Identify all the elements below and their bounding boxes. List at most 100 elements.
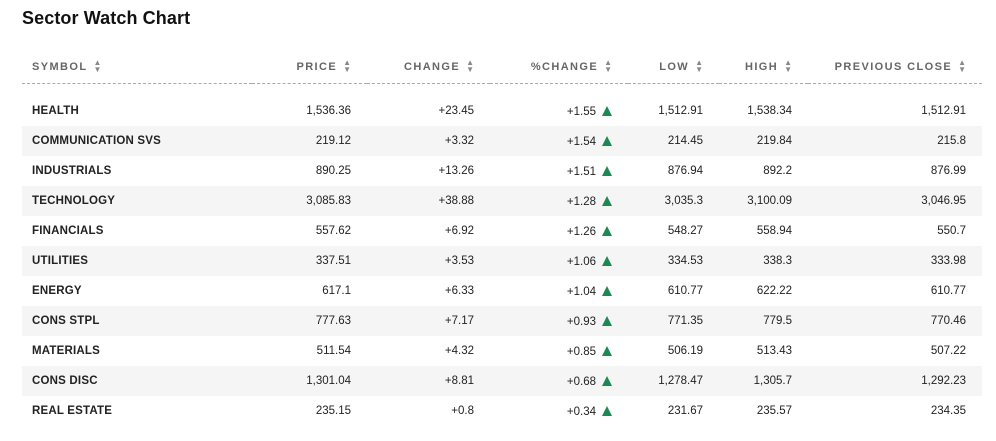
low-cell: 1,512.91 <box>628 96 719 126</box>
high-cell: 235.57 <box>719 396 808 426</box>
sort-updown-icon[interactable]: ▲ ▼ <box>958 58 966 73</box>
pct-change-cell-value: +1.06 <box>566 255 596 268</box>
symbol-cell[interactable]: UTILITIES <box>22 246 252 276</box>
table-row[interactable]: ENERGY 617.1 +6.33 +1.04 610.77 622.22 610.77 <box>22 276 982 306</box>
symbol-cell-value: ENERGY <box>32 285 82 297</box>
high-cell-value: 219.84 <box>756 135 792 147</box>
low-cell: 610.77 <box>628 276 719 306</box>
high-cell-value: 3,100.09 <box>747 195 792 207</box>
sort-updown-icon[interactable]: ▲ ▼ <box>695 58 703 73</box>
column-header-change[interactable]: CHANGE ▲ ▼ <box>367 50 490 84</box>
up-arrow-icon <box>602 375 612 386</box>
previous-close-cell: 550.7 <box>808 216 982 246</box>
column-header-symbol[interactable]: SYMBOL ▲ ▼ <box>22 50 252 84</box>
symbol-cell[interactable]: CONS DISC <box>22 366 252 396</box>
price-cell: 3,085.83 <box>252 186 367 216</box>
sort-updown-icon[interactable]: ▲ ▼ <box>604 58 612 73</box>
table-row[interactable]: MATERIALS 511.54 +4.32 +0.85 506.19 513.43 507… <box>22 336 982 366</box>
up-arrow-icon <box>602 285 612 296</box>
high-cell: 513.43 <box>719 336 808 366</box>
symbol-cell[interactable]: INDUSTRIALS <box>22 156 252 186</box>
table-row[interactable]: INDUSTRIALS 890.25 +13.26 +1.51 876.94 892.2 8… <box>22 156 982 186</box>
symbol-cell[interactable]: TECHNOLOGY <box>22 186 252 216</box>
price-cell: 235.15 <box>252 396 367 426</box>
price-cell: 1,301.04 <box>252 366 367 396</box>
table-row[interactable]: CONS STPL 777.63 +7.17 +0.93 771.35 779.5 770.… <box>22 306 982 336</box>
symbol-cell[interactable]: MATERIALS <box>22 336 252 366</box>
pct-change-cell-value: +1.51 <box>566 165 596 178</box>
up-arrow-icon <box>602 105 612 116</box>
pct-change-cell: +1.26 <box>490 216 628 246</box>
table-row[interactable]: TECHNOLOGY 3,085.83 +38.88 +1.28 3,035.3 3,10… <box>22 186 982 216</box>
low-cell: 506.19 <box>628 336 719 366</box>
up-arrow-icon <box>602 255 612 266</box>
low-cell: 771.35 <box>628 306 719 336</box>
symbol-cell[interactable]: HEALTH <box>22 96 252 126</box>
high-cell-value: 1,305.7 <box>753 375 792 387</box>
price-cell: 511.54 <box>252 336 367 366</box>
previous-close-cell-value: 234.35 <box>930 405 966 417</box>
sort-updown-icon[interactable]: ▲ ▼ <box>466 58 474 73</box>
change-cell-value: +13.26 <box>438 165 475 177</box>
price-cell-value: 3,085.83 <box>306 195 351 207</box>
previous-close-cell: 1,512.91 <box>808 96 982 126</box>
symbol-cell[interactable]: FINANCIALS <box>22 216 252 246</box>
sort-updown-icon[interactable]: ▲ ▼ <box>343 58 351 73</box>
price-cell-value: 890.25 <box>315 165 351 177</box>
table-row[interactable]: COMMUNICATION SVS 219.12 +3.32 +1.54 214.45 2… <box>22 126 982 156</box>
table-row[interactable]: UTILITIES 337.51 +3.53 +1.06 334.53 338.3 333.… <box>22 246 982 276</box>
pct-change-cell: +1.04 <box>490 276 628 306</box>
column-header-price[interactable]: PRICE ▲ ▼ <box>252 50 367 84</box>
table-row[interactable]: REAL ESTATE 235.15 +0.8 +0.34 231.67 235.57 23… <box>22 396 982 426</box>
low-cell-value: 610.77 <box>667 285 703 297</box>
low-cell-value: 548.27 <box>667 225 703 237</box>
high-cell-value: 513.43 <box>756 345 792 357</box>
low-cell: 1,278.47 <box>628 366 719 396</box>
previous-close-cell-value: 3,046.95 <box>921 195 966 207</box>
up-arrow-icon <box>602 225 612 236</box>
low-cell: 231.67 <box>628 396 719 426</box>
symbol-cell[interactable]: COMMUNICATION SVS <box>22 126 252 156</box>
up-arrow-icon <box>602 165 612 176</box>
table-row[interactable]: HEALTH 1,536.36 +23.45 +1.55 1,512.91 1,538.3… <box>22 96 982 126</box>
column-header-label: SYMBOL <box>32 60 88 73</box>
table-row[interactable]: CONS DISC 1,301.04 +8.81 +0.68 1,278.47 1,305… <box>22 366 982 396</box>
pct-change-cell: +0.34 <box>490 396 628 426</box>
low-cell-value: 506.19 <box>667 345 703 357</box>
pct-change-cell: +0.85 <box>490 336 628 366</box>
pct-change-cell-value: +1.28 <box>566 195 596 208</box>
symbol-cell-value: CONS DISC <box>32 375 98 387</box>
high-cell: 338.3 <box>719 246 808 276</box>
column-header-label: HIGH <box>744 60 779 73</box>
previous-close-cell: 507.22 <box>808 336 982 366</box>
sort-updown-icon[interactable]: ▲ ▼ <box>784 58 792 73</box>
symbol-cell[interactable]: REAL ESTATE <box>22 396 252 426</box>
pct-change-cell-value: +0.68 <box>566 375 596 388</box>
column-header-previous-close[interactable]: PREVIOUS CLOSE ▲ ▼ <box>808 50 982 84</box>
change-cell-value: +7.17 <box>444 315 474 327</box>
sort-updown-icon[interactable]: ▲ ▼ <box>93 58 101 73</box>
pct-change-cell-value: +0.85 <box>566 345 596 358</box>
change-cell: +4.32 <box>367 336 490 366</box>
column-header-low[interactable]: LOW ▲ ▼ <box>628 50 719 84</box>
high-cell: 558.94 <box>719 216 808 246</box>
symbol-cell[interactable]: ENERGY <box>22 276 252 306</box>
high-cell: 219.84 <box>719 126 808 156</box>
change-cell: +8.81 <box>367 366 490 396</box>
column-header-label: CHANGE <box>404 60 461 73</box>
symbol-cell[interactable]: CONS STPL <box>22 306 252 336</box>
sector-table: SYMBOL ▲ ▼ PRICE ▲ ▼ CHANGE ▲ ▼ %CHANGE ▲ ▼ LOW ▲… <box>22 50 982 426</box>
column-header-high[interactable]: HIGH ▲ ▼ <box>719 50 808 84</box>
previous-close-cell-value: 876.99 <box>930 165 966 177</box>
price-cell: 219.12 <box>252 126 367 156</box>
change-cell: +6.92 <box>367 216 490 246</box>
column-header-pct-change[interactable]: %CHANGE ▲ ▼ <box>490 50 628 84</box>
high-cell-value: 892.2 <box>763 165 792 177</box>
price-cell-value: 557.62 <box>315 225 351 237</box>
previous-close-cell-value: 1,512.91 <box>921 105 966 117</box>
change-cell-value: +0.8 <box>451 405 474 417</box>
pct-change-cell-value: +1.26 <box>566 225 596 238</box>
previous-close-cell: 215.8 <box>808 126 982 156</box>
table-row[interactable]: FINANCIALS 557.62 +6.92 +1.26 548.27 558.94 55… <box>22 216 982 246</box>
pct-change-cell: +1.28 <box>490 186 628 216</box>
